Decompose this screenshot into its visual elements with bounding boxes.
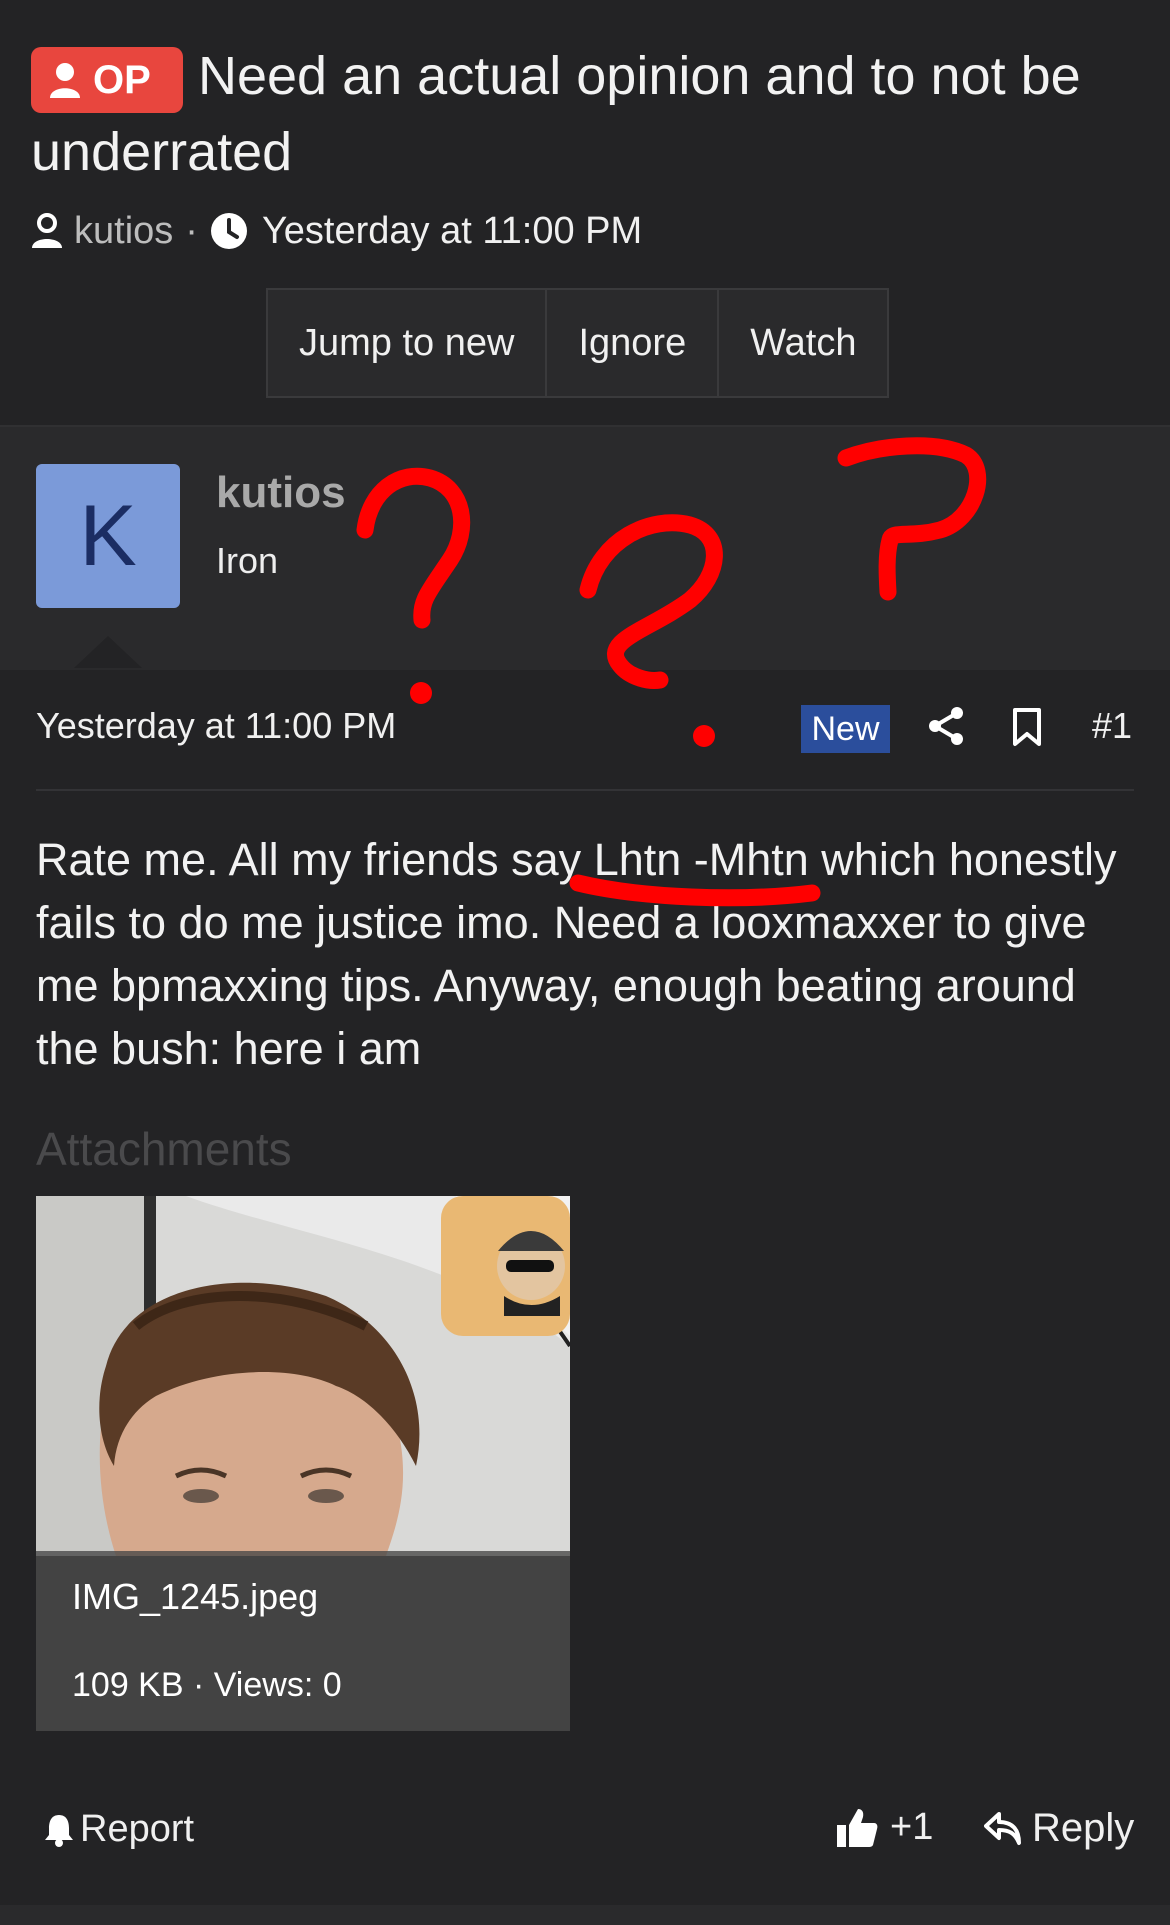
op-badge-label: OP	[93, 57, 151, 102]
attachment-filename[interactable]: IMG_1245.jpeg	[72, 1576, 318, 1618]
avatar[interactable]: K	[36, 464, 180, 608]
report-label: Report	[80, 1808, 195, 1850]
share-icon[interactable]	[926, 705, 968, 747]
thumbs-up-icon	[837, 1808, 878, 1847]
bookmark-icon[interactable]	[1011, 707, 1043, 747]
thread-actions: Jump to new Ignore Watch	[266, 288, 890, 398]
user-rank: Iron	[216, 540, 279, 581]
thread-title: Need an actual opinion and to not be und…	[31, 46, 1081, 182]
thread-meta: kutios · Yesterday at 11:00 PM	[30, 206, 642, 256]
new-badge: New	[801, 705, 890, 753]
divider	[36, 789, 1134, 791]
report-button[interactable]: Report	[44, 1808, 194, 1851]
attachment-info: 109 KB · Views: 0	[72, 1666, 342, 1704]
reply-button[interactable]: Reply	[984, 1806, 1134, 1851]
ignore-button[interactable]: Ignore	[545, 290, 717, 396]
question-dot-2	[693, 725, 715, 747]
like-count: +1	[890, 1806, 934, 1848]
thread-time[interactable]: Yesterday at 11:00 PM	[262, 210, 642, 253]
reply-label: Reply	[1032, 1806, 1135, 1850]
clock-icon	[210, 213, 247, 249]
attachment-thumbnail[interactable]: IMG_1245.jpeg 109 KB · Views: 0	[36, 1196, 570, 1731]
question-dot-1	[410, 682, 432, 704]
user-bar-pointer	[74, 636, 142, 668]
meta-separator: ·	[185, 209, 198, 252]
thread-author[interactable]: kutios	[74, 210, 173, 253]
post-body: Rate me. All my friends say Lhtn -Mhtn w…	[36, 834, 1117, 1074]
post-date[interactable]: Yesterday at 11:00 PM	[36, 705, 396, 747]
reply-icon	[984, 1811, 1021, 1845]
op-badge: OP	[31, 47, 183, 113]
next-post-edge	[0, 1905, 1170, 1925]
jump-to-new-button[interactable]: Jump to new	[268, 290, 545, 396]
watch-button[interactable]: Watch	[717, 290, 887, 396]
post-number[interactable]: #1	[1092, 705, 1132, 747]
like-button[interactable]: +1	[836, 1806, 933, 1849]
attachments-label: Attachments	[36, 1123, 292, 1175]
bell-icon	[45, 1814, 73, 1847]
user-icon	[50, 63, 80, 98]
user-icon	[32, 213, 62, 248]
username[interactable]: kutios	[216, 468, 346, 518]
